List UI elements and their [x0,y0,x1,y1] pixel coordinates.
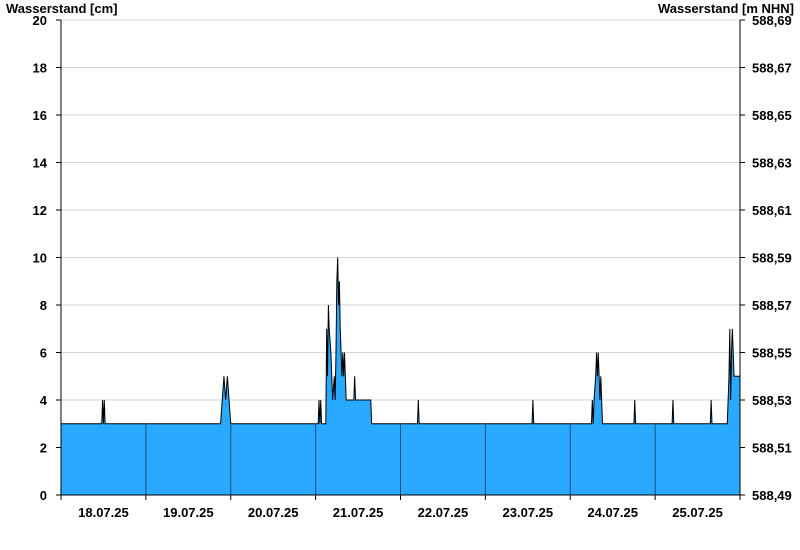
y-left-tick-label: 16 [33,108,47,123]
y-left-tick-labels: 0 2 4 6 8 10 12 14 16 18 20 [33,13,48,503]
y-right-tick-label: 588,53 [752,393,792,408]
y-right-tick-label: 588,67 [752,61,792,76]
y-left-tick-label: 14 [33,156,48,171]
y-left-axis-label: Wasserstand [cm] [6,1,118,16]
x-tick-label: 20.07.25 [248,505,299,520]
y-left-tick-label: 10 [33,251,47,266]
water-level-chart: Wasserstand [cm] Wasserstand [m NHN] 024… [6,1,794,520]
y-left-tick-label: 12 [33,203,47,218]
water-level-line [61,257,740,425]
y-right-tick-label: 588,63 [752,156,792,171]
y-right-tick-label: 588,55 [752,346,792,361]
y-left-tick-label: 2 [40,441,47,456]
x-tick-label: 22.07.25 [418,505,469,520]
y-left-tick-label: 4 [40,393,48,408]
y-right-tick-label: 588,59 [752,251,792,266]
y-right-tick-label: 588,51 [752,441,792,456]
y-right-tick-label: 588,61 [752,203,792,218]
x-tick-label: 21.07.25 [333,505,384,520]
y-left-tick-label: 0 [40,488,47,503]
x-tick-labels: 18.07.25 19.07.25 20.07.25 21.07.25 22.07.25… [78,505,723,520]
y-right-tick-label: 588,57 [752,298,792,313]
y-left-tick-label: 18 [33,61,47,76]
y-right-tick-label: 588,65 [752,108,792,123]
y-right-tick-label: 588,49 [752,488,792,503]
y-left-tick-label: 20 [33,13,47,28]
x-tick-label: 23.07.25 [503,505,554,520]
y-right-tick-labels: 588,49 588,51 588,53 588,55 588,57 588,59 588,… [752,13,792,503]
y-right-tick-label: 588,69 [752,13,792,28]
x-tick-label: 18.07.25 [78,505,129,520]
gridlines [61,19,740,448]
y-left-tick-label: 6 [40,346,47,361]
x-tick-label: 19.07.25 [163,505,214,520]
x-tick-label: 25.07.25 [672,505,723,520]
y-left-tick-label: 8 [40,298,47,313]
x-tick-label: 24.07.25 [587,505,638,520]
